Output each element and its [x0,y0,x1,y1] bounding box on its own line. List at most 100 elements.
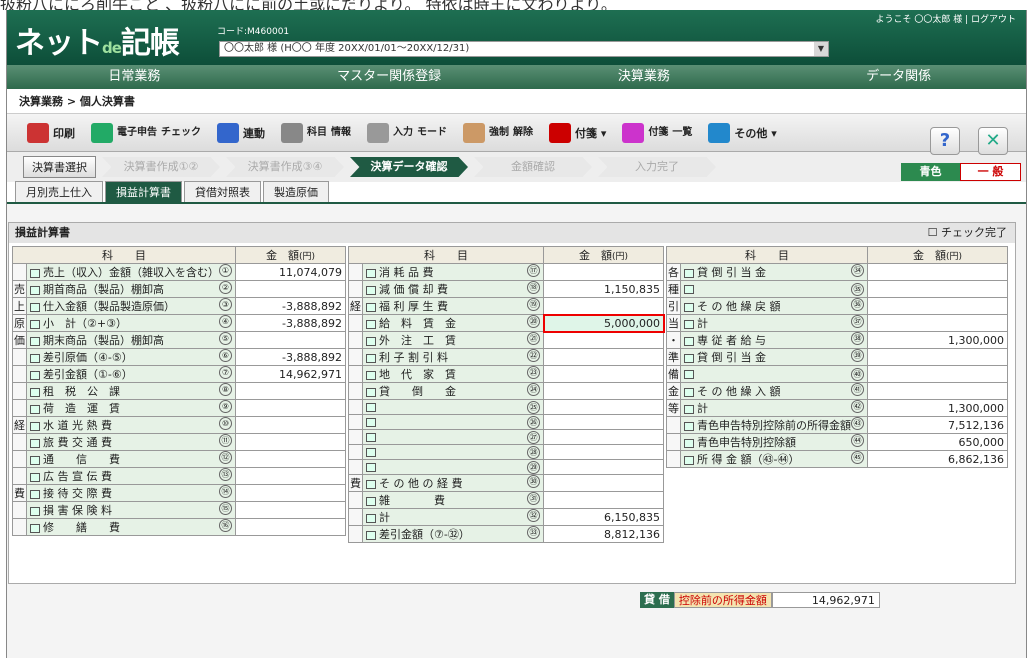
note-icon[interactable] [684,302,694,312]
note-icon[interactable] [30,319,40,329]
row-label[interactable]: 青色申告特別控除前の所得金額㊸ [680,416,868,434]
row-label[interactable]: 減 価 償 却 費 ⑱ [362,280,544,298]
toolbar-button-7[interactable]: 付箋 一覧 [618,122,696,143]
amount-cell[interactable] [235,518,346,536]
row-label[interactable]: 差引金額（①-⑥） ⑦ [26,365,236,383]
row-label[interactable]: ㉘ [362,444,544,460]
amount-cell[interactable]: 650,000 [867,433,1008,451]
note-icon[interactable] [684,421,694,431]
row-label[interactable]: 地 代 家 賃 ㉓ [362,365,544,383]
row-label[interactable]: 荷 造 運 賃 ⑨ [26,399,236,417]
step-3[interactable]: 金額確認 [474,157,592,177]
amount-cell[interactable] [543,399,664,415]
note-icon[interactable] [30,302,40,312]
row-label[interactable]: 外 注 工 賃 ㉑ [362,331,544,349]
toolbar-button-4[interactable]: 入力 モード [363,122,451,143]
amount-cell[interactable]: -3,888,892 [235,297,346,315]
note-icon[interactable] [366,513,376,523]
amount-cell[interactable]: 5,000,000 [542,313,665,333]
amount-cell[interactable]: 11,074,079 [235,263,346,281]
note-icon[interactable] [30,285,40,295]
amount-cell[interactable] [543,365,664,383]
note-icon[interactable] [30,523,40,533]
note-icon[interactable] [30,353,40,363]
note-icon[interactable] [30,472,40,482]
note-icon[interactable] [684,319,694,329]
tab-0[interactable]: 月別売上仕入 [15,181,103,202]
row-label[interactable]: 売上（収入）金額（雑収入を含む） ① [26,263,236,281]
note-icon[interactable] [684,353,694,363]
toolbar-button-3[interactable]: 科目 情報 [277,122,355,143]
row-label[interactable]: ㉗ [362,429,544,445]
menu-master[interactable]: マスター関係登録 [262,65,517,89]
amount-cell[interactable] [543,331,664,349]
chevron-down-icon[interactable]: ▼ [814,42,828,56]
amount-cell[interactable]: 6,862,136 [867,450,1008,468]
amount-cell[interactable] [235,501,346,519]
amount-cell[interactable] [867,382,1008,400]
note-icon[interactable] [366,268,376,278]
note-icon[interactable] [30,268,40,278]
row-label[interactable]: ㉖ [362,414,544,430]
row-label[interactable]: そ の 他 繰 入 額 ㊶ [680,382,868,400]
row-label[interactable]: 利 子 割 引 料 ㉒ [362,348,544,366]
amount-cell[interactable] [543,263,664,281]
row-label[interactable]: 仕入金額（製品製造原価） ③ [26,297,236,315]
row-label[interactable]: 期首商品（製品）棚卸高 ② [26,280,236,298]
amount-cell[interactable] [235,382,346,400]
note-icon[interactable] [684,336,694,346]
note-icon[interactable] [30,404,40,414]
note-icon[interactable] [684,370,694,379]
note-icon[interactable] [366,496,376,506]
note-icon[interactable] [30,455,40,465]
note-icon[interactable] [366,387,376,397]
amount-cell[interactable]: 8,812,136 [543,525,664,543]
welcome-logout[interactable]: ようこそ 〇〇太郎 様 | ログアウト [876,12,1016,25]
note-icon[interactable] [366,370,376,380]
note-icon[interactable] [684,404,694,414]
row-label[interactable]: 小 計（②+③） ④ [26,314,236,332]
tab-3[interactable]: 製造原価 [263,181,329,202]
note-icon[interactable] [366,433,376,442]
amount-cell[interactable] [867,280,1008,298]
note-icon[interactable] [366,418,376,427]
amount-cell[interactable] [543,297,664,315]
help-button[interactable]: ? [930,127,960,155]
row-label[interactable]: ㉕ [362,399,544,415]
row-label[interactable]: ㊵ [680,365,868,383]
row-label[interactable]: 貸 倒 金 ㉔ [362,382,544,400]
amount-cell[interactable] [867,365,1008,383]
amount-cell[interactable] [235,280,346,298]
amount-cell[interactable] [543,414,664,430]
row-label[interactable]: 計㊷ [680,399,868,417]
row-label[interactable]: 貸 倒 引 当 金 ㉞ [680,263,868,281]
row-label[interactable]: 差引金額（⑦-㉜） ㉝ [362,525,544,543]
note-icon[interactable] [366,479,376,489]
tab-1[interactable]: 損益計算書 [105,181,182,202]
amount-cell[interactable] [543,348,664,366]
amount-cell[interactable] [235,484,346,502]
row-label[interactable]: 福 利 厚 生 費 ⑲ [362,297,544,315]
toolbar-button-0[interactable]: 印刷 [23,122,79,143]
note-icon[interactable] [684,438,694,448]
amount-cell[interactable] [235,433,346,451]
toolbar-button-8[interactable]: その他 ▾ [704,122,780,143]
row-label[interactable]: 青色申告特別控除額 ㊹ [680,433,868,451]
amount-cell[interactable]: -3,888,892 [235,348,346,366]
row-label[interactable]: 差引原価（④-⑤） ⑥ [26,348,236,366]
note-icon[interactable] [366,463,376,472]
amount-cell[interactable] [543,444,664,460]
step-4[interactable]: 入力完了 [598,157,716,177]
row-label[interactable]: 旅 費 交 通 費 ⑪ [26,433,236,451]
amount-cell[interactable] [867,348,1008,366]
row-label[interactable]: 計㊲ [680,314,868,332]
note-icon[interactable] [30,370,40,380]
amount-cell[interactable]: 7,512,136 [867,416,1008,434]
note-icon[interactable] [684,285,694,294]
row-label[interactable]: 水 道 光 熱 費 ⑩ [26,416,236,434]
row-label[interactable]: そ の 他 繰 戻 額 ㊱ [680,297,868,315]
note-icon[interactable] [30,489,40,499]
check-complete-checkbox[interactable]: ☐ チェック完了 [928,223,1007,243]
menu-closing[interactable]: 決算業務 [517,65,772,89]
note-icon[interactable] [366,530,376,540]
